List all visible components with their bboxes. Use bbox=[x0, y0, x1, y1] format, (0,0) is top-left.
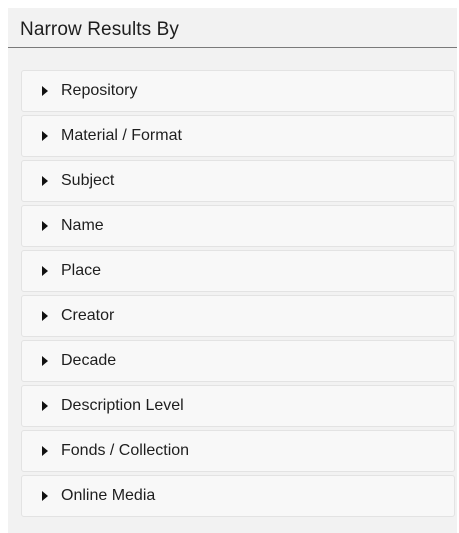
facet-label: Description Level bbox=[61, 397, 184, 414]
panel-title: Narrow Results By bbox=[20, 19, 180, 40]
narrow-results-panel: Narrow Results By Repository Material / … bbox=[8, 8, 457, 533]
facet-label: Place bbox=[61, 262, 102, 279]
facet-label: Repository bbox=[61, 82, 138, 99]
facet-list: Repository Material / Format Subject Nam… bbox=[21, 70, 455, 520]
caret-right-icon bbox=[42, 266, 48, 276]
facet-material-format[interactable]: Material / Format bbox=[21, 115, 455, 157]
caret-right-icon bbox=[42, 86, 48, 96]
facet-description-level[interactable]: Description Level bbox=[21, 385, 455, 427]
caret-right-icon bbox=[42, 131, 48, 141]
title-divider bbox=[8, 47, 457, 48]
facet-creator[interactable]: Creator bbox=[21, 295, 455, 337]
facet-label: Creator bbox=[61, 307, 115, 324]
caret-right-icon bbox=[42, 356, 48, 366]
caret-right-icon bbox=[42, 401, 48, 411]
facet-label: Name bbox=[61, 217, 104, 234]
caret-right-icon bbox=[42, 176, 48, 186]
facet-repository[interactable]: Repository bbox=[21, 70, 455, 112]
facet-place[interactable]: Place bbox=[21, 250, 455, 292]
facet-decade[interactable]: Decade bbox=[21, 340, 455, 382]
facet-fonds-collection[interactable]: Fonds / Collection bbox=[21, 430, 455, 472]
facet-name[interactable]: Name bbox=[21, 205, 455, 247]
caret-right-icon bbox=[42, 446, 48, 456]
facet-label: Online Media bbox=[61, 487, 156, 504]
facet-label: Subject bbox=[61, 172, 115, 189]
facet-label: Material / Format bbox=[61, 127, 182, 144]
caret-right-icon bbox=[42, 491, 48, 501]
caret-right-icon bbox=[42, 221, 48, 231]
facet-subject[interactable]: Subject bbox=[21, 160, 455, 202]
caret-right-icon bbox=[42, 311, 48, 321]
facet-label: Fonds / Collection bbox=[61, 442, 190, 459]
facet-label: Decade bbox=[61, 352, 117, 369]
facet-online-media[interactable]: Online Media bbox=[21, 475, 455, 517]
